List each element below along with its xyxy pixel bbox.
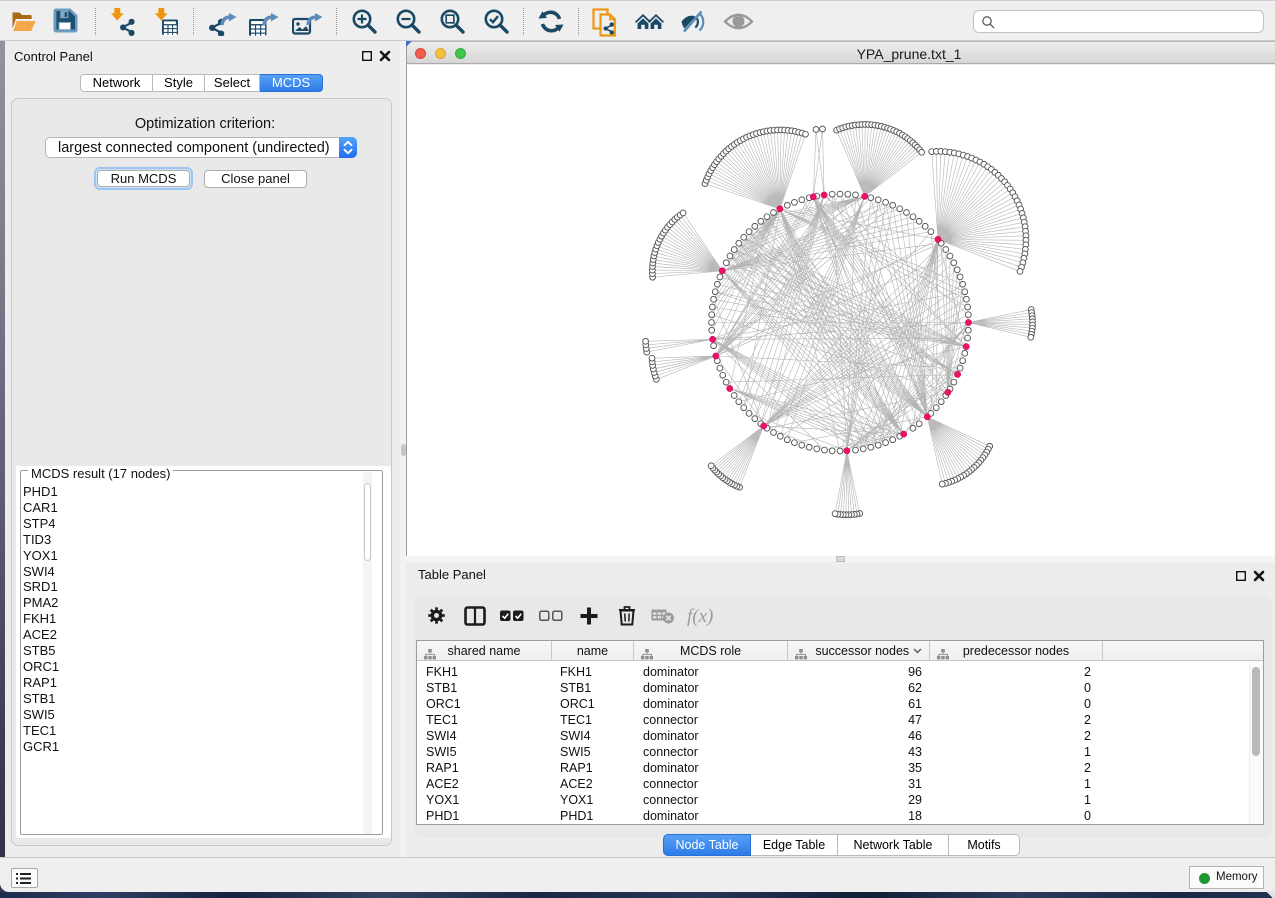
svg-text:f(x): f(x) — [687, 606, 713, 627]
